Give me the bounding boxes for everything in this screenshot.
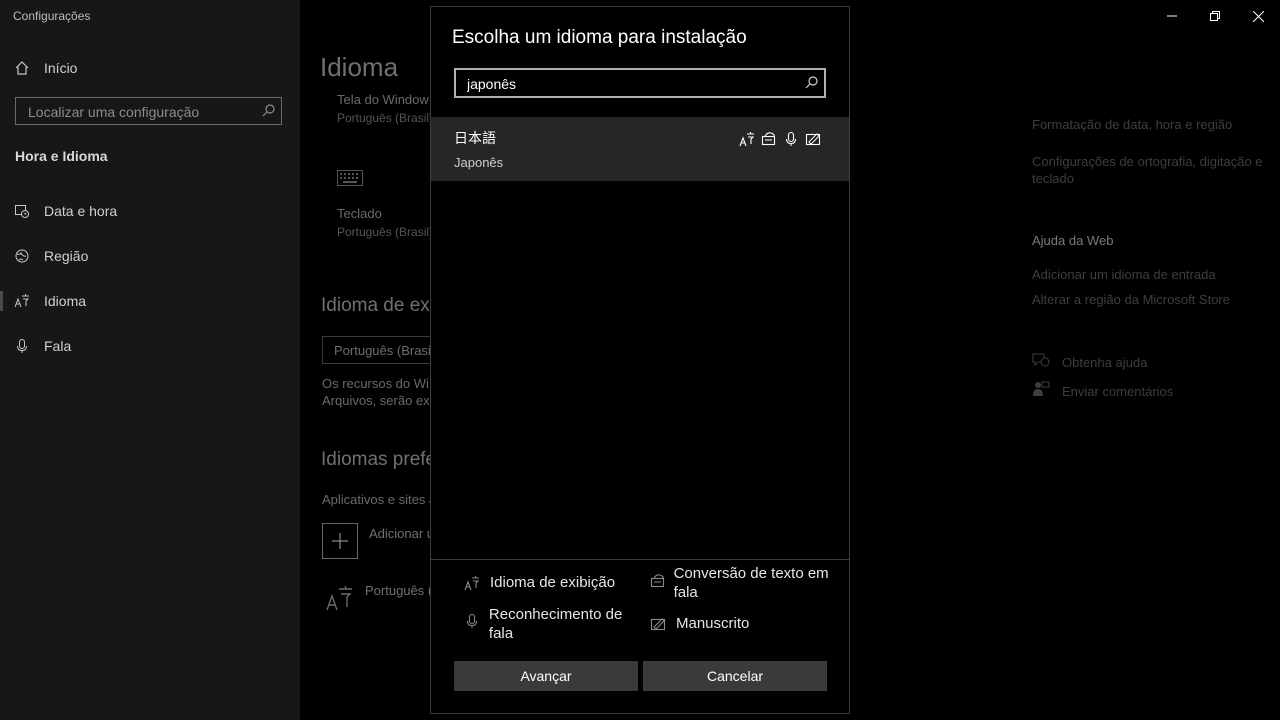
text-to-speech-icon — [650, 564, 674, 594]
minimize-icon — [1167, 15, 1177, 17]
display-language-icon — [464, 573, 490, 596]
send-feedback-link[interactable]: Enviar comentários — [1062, 383, 1173, 400]
cancel-button[interactable]: Cancelar — [643, 661, 827, 691]
settings-search-box[interactable] — [15, 97, 282, 126]
next-button[interactable]: Avançar — [454, 661, 638, 691]
windows-display-value: Português (Brasil) — [337, 111, 434, 125]
display-language-dropdown[interactable]: Português (Brasil — [322, 336, 442, 364]
language-result-item[interactable]: 日本語 Japonês — [431, 117, 849, 181]
add-language-label[interactable]: Adicionar u — [369, 525, 434, 542]
preferred-language-item[interactable]: Português ( — [365, 582, 432, 599]
minimize-button[interactable] — [1149, 0, 1195, 32]
legend-speech-recognition: Reconhecimento de fala — [464, 605, 644, 643]
plus-icon — [332, 533, 348, 549]
display-language-desc-2: Arquivos, serão exi — [322, 393, 433, 408]
language-search-box[interactable] — [454, 68, 826, 98]
globe-icon — [0, 248, 44, 264]
microphone-icon — [0, 338, 44, 354]
language-search-input[interactable] — [465, 70, 789, 98]
add-language-button[interactable] — [322, 523, 358, 559]
sidebar-item-home[interactable]: Início — [0, 48, 300, 88]
sidebar-item-label: Data e hora — [44, 203, 118, 219]
restore-button[interactable] — [1192, 0, 1238, 32]
feature-icons — [739, 131, 821, 147]
dialog-title: Escolha um idioma para instalação — [452, 27, 747, 48]
legend-display-language: Idioma de exibição — [464, 573, 615, 596]
display-language-icon — [739, 131, 755, 147]
help-icon — [1032, 352, 1050, 373]
speech-recognition-icon — [464, 605, 489, 634]
web-help-heading: Ajuda da Web — [1032, 233, 1114, 248]
sidebar: Configurações Início Hora e Idioma Data … — [0, 0, 300, 720]
close-icon — [1252, 10, 1264, 22]
text-to-speech-icon — [761, 131, 777, 147]
legend-label: Conversão de texto em fala — [673, 565, 829, 601]
page-title: Idioma — [320, 52, 399, 82]
link-change-store-region[interactable]: Alterar a região da Microsoft Store — [1032, 291, 1230, 308]
close-button[interactable] — [1235, 0, 1280, 32]
app-title: Configurações — [13, 9, 91, 23]
search-icon[interactable] — [262, 104, 275, 122]
keyboard-label: Teclado — [337, 206, 382, 221]
display-language-heading: Idioma de exi — [321, 295, 435, 316]
search-icon[interactable] — [805, 76, 818, 94]
sidebar-item-language[interactable]: Idioma — [0, 281, 300, 321]
calendar-clock-icon — [0, 203, 44, 219]
sidebar-item-speech[interactable]: Fala — [0, 326, 300, 366]
legend-text-to-speech: Conversão de texto em fala — [650, 564, 840, 602]
sidebar-item-label: Região — [44, 248, 89, 264]
home-icon — [0, 60, 44, 76]
keyboard-icon — [337, 170, 363, 191]
get-help-link[interactable]: Obtenha ajuda — [1062, 354, 1147, 371]
display-language-value: Português (Brasil — [334, 343, 434, 358]
legend-label: Idioma de exibição — [490, 574, 616, 591]
handwriting-icon — [650, 614, 676, 637]
feedback-icon — [1032, 381, 1050, 402]
choose-language-dialog: Escolha um idioma para instalação 日本語 Ja… — [430, 6, 850, 714]
sidebar-item-label: Fala — [44, 338, 72, 354]
sidebar-item-region[interactable]: Região — [0, 236, 300, 276]
dialog-divider — [431, 559, 849, 560]
language-native-name: 日本語 — [454, 130, 496, 146]
section-title: Hora e Idioma — [15, 148, 108, 164]
language-icon — [0, 293, 44, 309]
handwriting-icon — [805, 131, 821, 147]
keyboard-value: Português (Brasil) — [337, 225, 434, 239]
link-spelling-settings[interactable]: Configurações de ortografia, digitação e… — [1032, 153, 1272, 187]
legend-handwriting: Manuscrito — [650, 614, 749, 637]
speech-recognition-icon — [783, 131, 799, 147]
language-name: Japonês — [454, 155, 504, 170]
settings-search-input[interactable] — [26, 98, 260, 126]
preferred-languages-heading: Idiomas prefe — [321, 449, 437, 470]
sidebar-item-label: Início — [44, 60, 78, 76]
legend-label: Reconhecimento de fala — [488, 606, 623, 642]
sidebar-item-label: Idioma — [44, 293, 87, 309]
link-add-input-language[interactable]: Adicionar um idioma de entrada — [1032, 266, 1216, 283]
preferred-languages-desc: Aplicativos e sites a — [322, 492, 437, 507]
windows-display-label: Tela do Window — [337, 92, 429, 107]
restore-icon — [1210, 11, 1220, 21]
language-icon — [325, 584, 353, 617]
link-date-format[interactable]: Formatação de data, hora e região — [1032, 116, 1272, 133]
legend-label: Manuscrito — [676, 615, 750, 632]
display-language-desc-1: Os recursos do Wi — [322, 376, 429, 391]
sidebar-item-date-time[interactable]: Data e hora — [0, 191, 300, 231]
